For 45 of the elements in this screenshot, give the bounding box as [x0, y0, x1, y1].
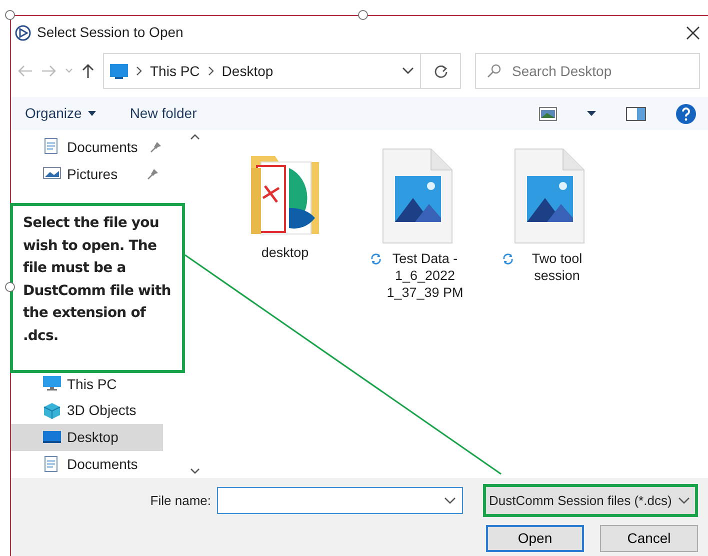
file-name-label: File name:	[150, 492, 211, 510]
file-name-label[interactable]: desktop	[261, 244, 309, 261]
nav-item[interactable]: 3D Objects	[11, 397, 163, 424]
app-icon	[15, 24, 31, 40]
up-arrow-icon[interactable]	[81, 63, 95, 79]
refresh-icon	[434, 64, 448, 78]
dropdown-caret-icon	[678, 496, 690, 504]
file-type-dropdown[interactable]: DustComm Session files (*.dcs)	[483, 484, 698, 517]
dropdown-caret-icon	[444, 496, 456, 504]
chevron-icon	[208, 66, 214, 76]
scroll-down-icon[interactable]	[190, 468, 200, 474]
refresh-button[interactable]	[421, 53, 461, 89]
callout-note: Select the file you wish to open. The file must be a DustComm file with the extension of .dcs.	[10, 203, 185, 373]
monitor-icon	[43, 375, 61, 394]
nav-item[interactable]: This PC	[11, 370, 163, 398]
breadcrumb-link[interactable]: Desktop	[222, 60, 274, 82]
search-icon	[487, 64, 501, 78]
image-file-icon	[513, 148, 585, 244]
nav-item[interactable]: Pictures	[11, 160, 163, 188]
open-button[interactable]: Open	[486, 525, 584, 552]
search-field[interactable]: Search Desktop	[475, 53, 700, 89]
caret-icon	[88, 111, 96, 116]
file-name-label[interactable]: Two tool session	[518, 250, 596, 284]
caret-icon[interactable]	[587, 111, 596, 116]
chevron-icon	[136, 66, 142, 76]
cube-icon	[43, 402, 61, 420]
organize-menu-button[interactable]: Organize	[23, 101, 98, 126]
monitor-icon	[110, 63, 128, 79]
window-title: Select Session to Open	[37, 23, 184, 42]
view-options-icon[interactable]	[539, 106, 557, 120]
file-name-field[interactable]	[217, 487, 463, 514]
dropdown-caret-icon[interactable]	[402, 67, 414, 75]
close-icon[interactable]	[686, 26, 700, 40]
cancel-button[interactable]: Cancel	[600, 525, 698, 552]
nav-item[interactable]: Documents	[11, 451, 163, 478]
scroll-up-icon[interactable]	[190, 134, 200, 140]
image-file-icon	[381, 148, 453, 244]
selection-handle	[5, 282, 15, 292]
breadcrumb-link[interactable]: This PC	[150, 60, 200, 82]
help-icon[interactable]	[676, 104, 696, 124]
file-name-label[interactable]: Test Data - 1_6_2022 1_37_39 PM	[386, 250, 464, 301]
preview-pane-icon[interactable]	[626, 106, 646, 120]
toolbar-button[interactable]: New folder	[128, 101, 199, 126]
nav-item[interactable]: Desktop	[11, 424, 163, 452]
nav-item[interactable]: Documents	[11, 134, 163, 161]
